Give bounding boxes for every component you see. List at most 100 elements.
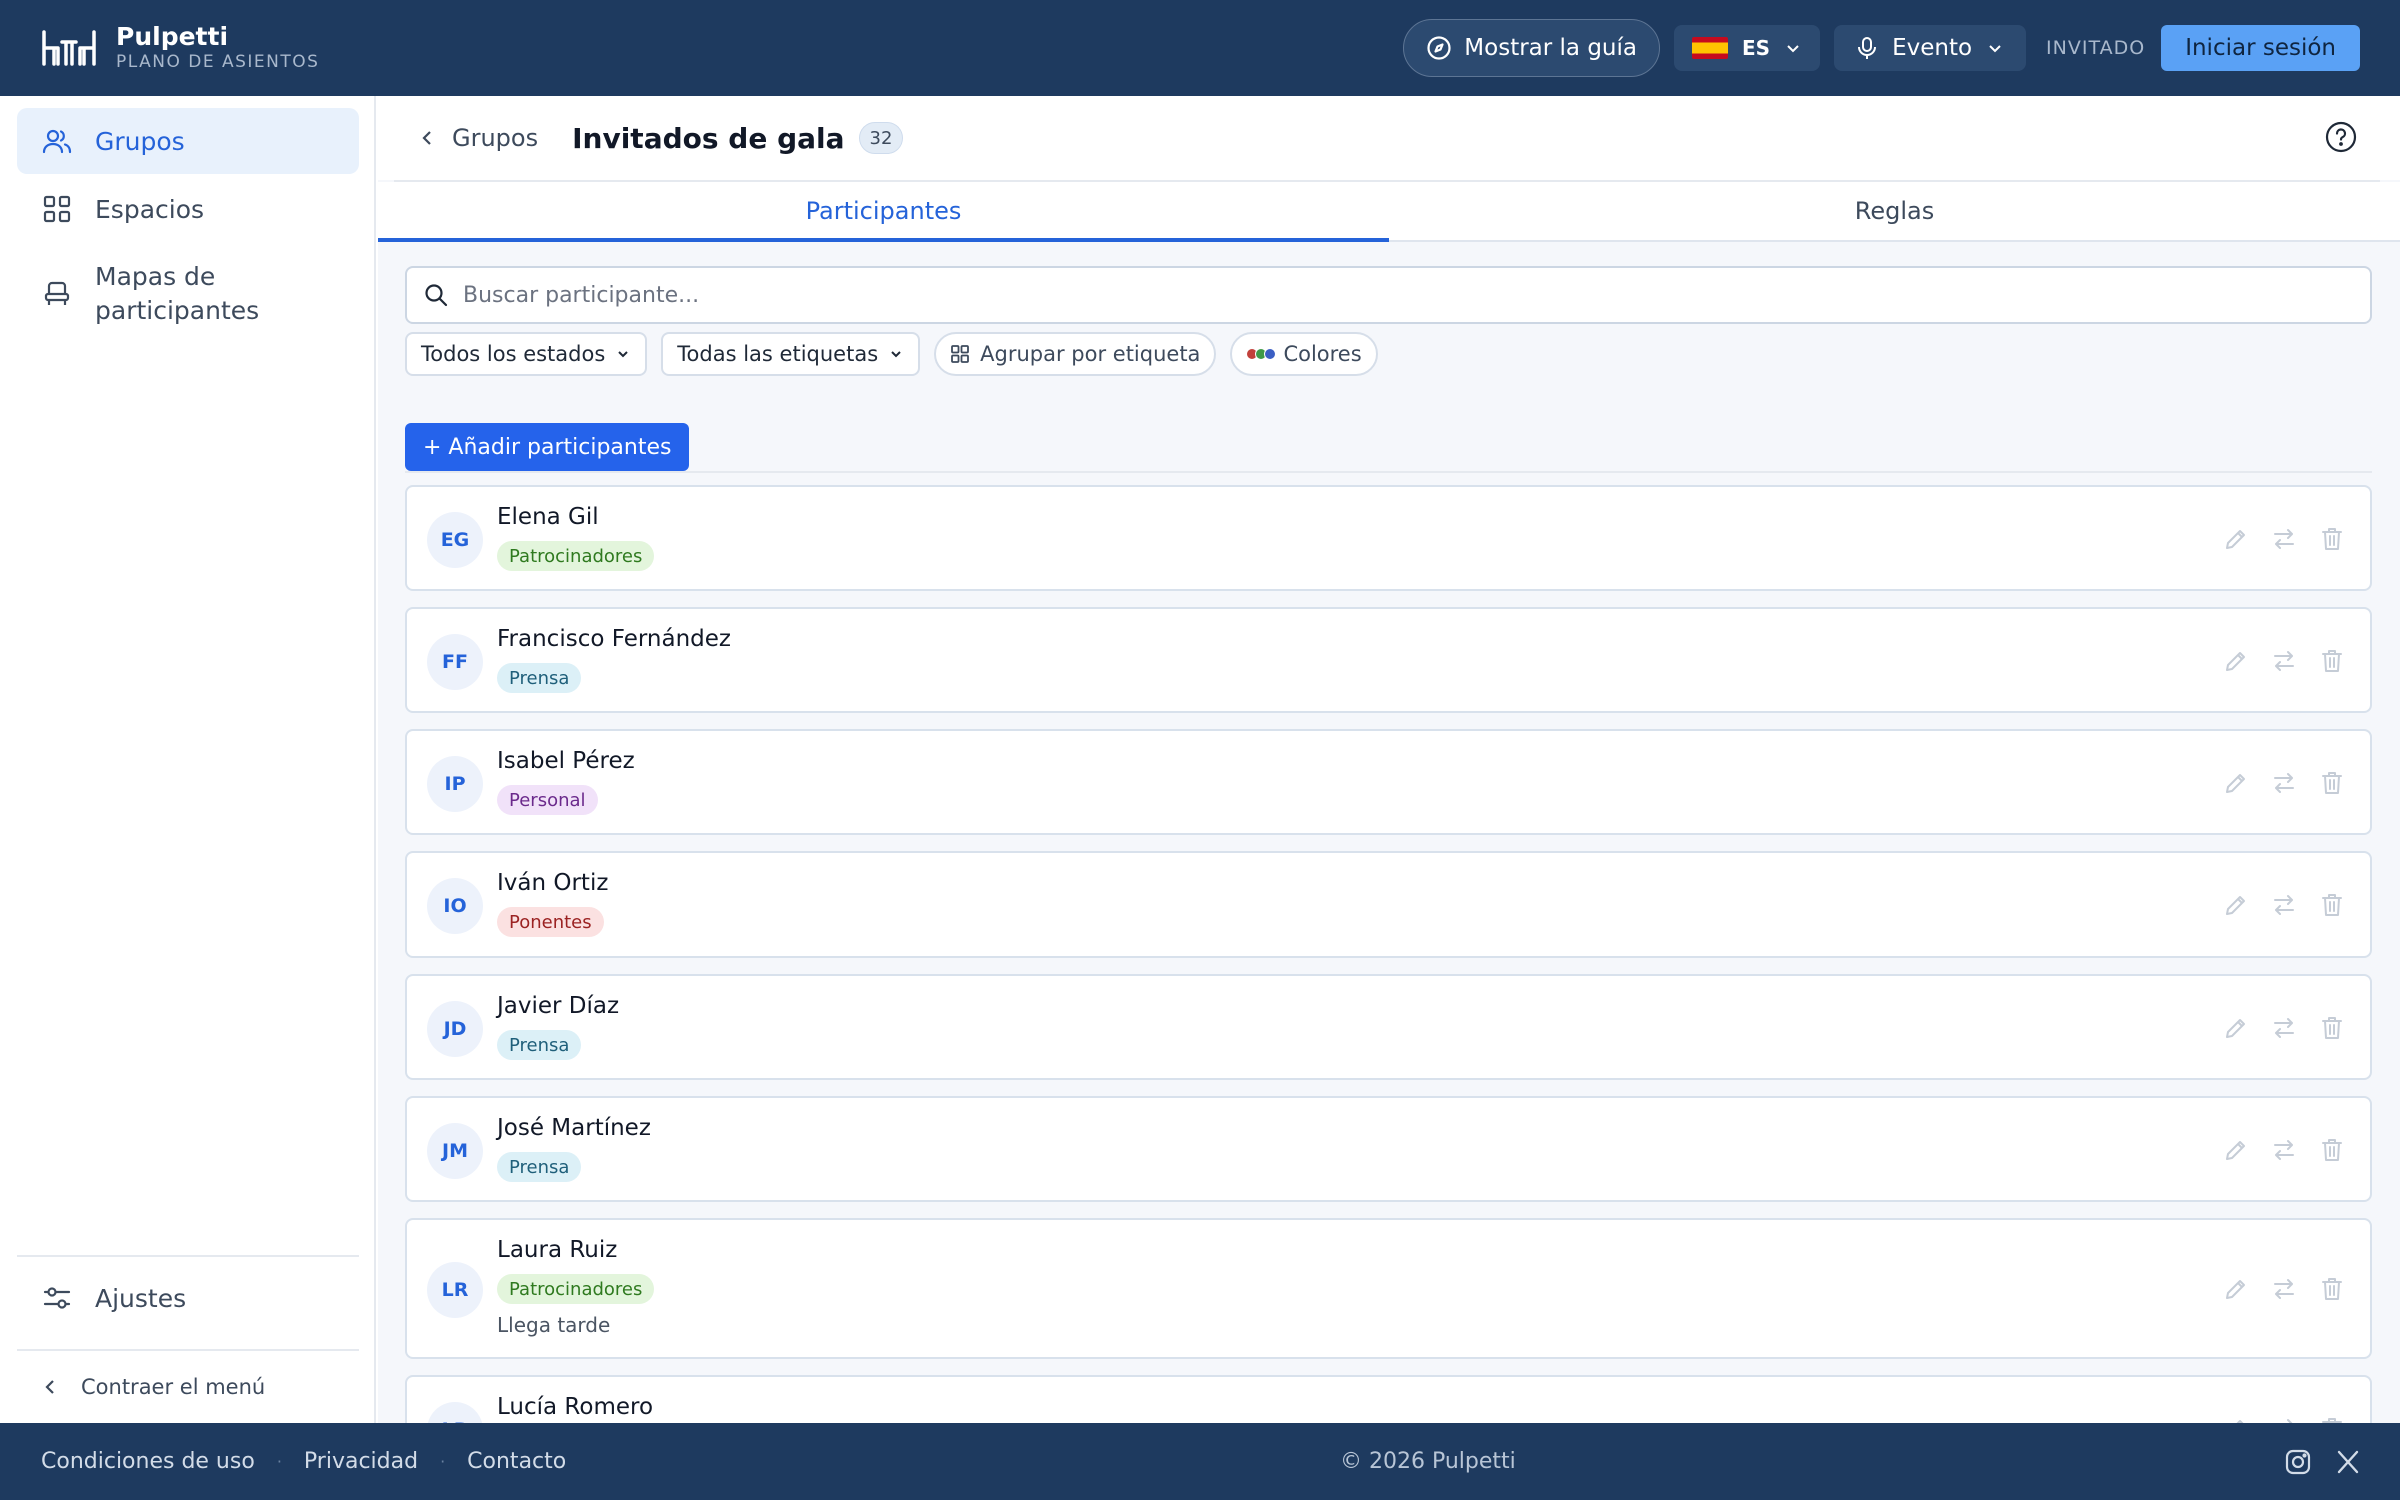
participant-card[interactable]: IO Iván Ortiz Ponentes [405, 851, 2372, 958]
color-dots-icon [1246, 348, 1277, 360]
participant-card[interactable]: JD Javier Díaz Prensa [405, 974, 2372, 1080]
tag-badge: Ponentes [497, 907, 604, 937]
logo-icon [42, 30, 96, 66]
participant-card[interactable]: LR Laura Ruiz Patrocinadores Llega tarde [405, 1218, 2372, 1359]
compass-icon [1427, 36, 1451, 60]
event-select[interactable]: Evento [1834, 25, 2027, 71]
sidebar-item-participant-maps[interactable]: Mapas de participantes [17, 244, 359, 344]
participant-name: Iván Ortiz [497, 870, 609, 896]
edit-icon[interactable] [2222, 1136, 2250, 1164]
footer: Condiciones de uso · Privacidad · Contac… [0, 1423, 2400, 1500]
swap-icon[interactable] [2270, 891, 2298, 919]
participant-name: Elena Gil [497, 504, 599, 530]
avatar: LR [427, 1262, 483, 1318]
swap-icon[interactable] [2270, 1136, 2298, 1164]
back-to-groups-link[interactable]: Grupos [418, 124, 538, 152]
avatar: FF [427, 634, 483, 690]
sidebar-item-spaces[interactable]: Espacios [17, 176, 359, 242]
list-divider [405, 471, 2372, 473]
row-actions [2222, 769, 2346, 797]
group-by-tag-label: Agrupar por etiqueta [980, 342, 1201, 366]
trash-icon[interactable] [2318, 769, 2346, 797]
brand-title: Pulpetti [116, 22, 229, 51]
trash-icon[interactable] [2318, 1136, 2346, 1164]
group-by-tag-toggle[interactable]: Agrupar por etiqueta [934, 332, 1217, 376]
trash-icon[interactable] [2318, 647, 2346, 675]
tag-badge: Patrocinadores [497, 1274, 655, 1304]
edit-icon[interactable] [2222, 525, 2250, 553]
search-box [405, 266, 2372, 324]
avatar: JD [427, 1001, 483, 1057]
brand[interactable]: Pulpetti PLANO DE ASIENTOS [40, 23, 319, 73]
swap-icon[interactable] [2270, 525, 2298, 553]
trash-icon[interactable] [2318, 1275, 2346, 1303]
row-actions [2222, 891, 2346, 919]
search-icon [425, 284, 448, 307]
edit-icon[interactable] [2222, 769, 2250, 797]
avatar: JM [427, 1123, 483, 1179]
role-label: INVITADO [2046, 37, 2146, 59]
sidebar-item-label: Espacios [95, 194, 205, 224]
chevron-down-icon [891, 351, 901, 358]
main-content: Grupos Invitados de gala 32 Participante… [378, 96, 2400, 1458]
participant-name: Javier Díaz [497, 993, 620, 1019]
sidebar-item-groups[interactable]: Grupos [17, 108, 359, 174]
edit-icon[interactable] [2222, 1275, 2250, 1303]
language-select[interactable]: ES [1674, 25, 1821, 71]
swap-icon[interactable] [2270, 1014, 2298, 1042]
participant-card[interactable]: IP Isabel Pérez Personal [405, 729, 2372, 835]
tags-filter-select[interactable]: Todas las etiquetas [661, 332, 921, 376]
sidebar-item-label: Ajustes [95, 1283, 187, 1313]
participant-card[interactable]: JM José Martínez Prensa [405, 1096, 2372, 1202]
row-actions [2222, 647, 2346, 675]
breadcrumb: Grupos Invitados de gala 32 [378, 96, 2400, 180]
login-button[interactable]: Iniciar sesión [2161, 25, 2360, 71]
tab-participants[interactable]: Participantes [378, 182, 1389, 242]
collapse-menu-button[interactable]: Contraer el menú [17, 1364, 359, 1410]
privacy-link[interactable]: Privacidad [304, 1449, 418, 1474]
grid-icon [43, 195, 71, 223]
seat-icon [44, 281, 70, 305]
contact-link[interactable]: Contacto [467, 1449, 566, 1474]
x-icon[interactable] [2334, 1448, 2362, 1476]
swap-icon[interactable] [2270, 769, 2298, 797]
swap-icon[interactable] [2270, 647, 2298, 675]
avatar: IP [427, 756, 483, 812]
participant-note: Llega tarde [497, 1313, 611, 1337]
terms-link[interactable]: Condiciones de uso [41, 1449, 255, 1474]
participant-card[interactable]: FF Francisco Fernández Prensa [405, 607, 2372, 713]
participant-card[interactable]: EG Elena Gil Patrocinadores [405, 485, 2372, 591]
page-title: Invitados de gala [572, 121, 845, 155]
search-input[interactable] [463, 282, 2343, 308]
tag-badge: Prensa [497, 1152, 582, 1182]
swap-icon[interactable] [2270, 1275, 2298, 1303]
participant-name: Lucía Romero [497, 1394, 654, 1420]
participant-name: Isabel Pérez [497, 748, 635, 774]
separator-dot: · [276, 1452, 282, 1471]
instagram-icon[interactable] [2284, 1448, 2312, 1476]
row-actions [2222, 1275, 2346, 1303]
trash-icon[interactable] [2318, 1014, 2346, 1042]
tag-badge: Patrocinadores [497, 541, 655, 571]
brand-subtitle: PLANO DE ASIENTOS [116, 52, 320, 72]
grid-icon [951, 345, 970, 363]
trash-icon[interactable] [2318, 525, 2346, 553]
top-bar: Pulpetti PLANO DE ASIENTOS Mostrar la gu… [0, 0, 2400, 96]
sidebar-divider [17, 1255, 359, 1257]
help-icon[interactable] [2324, 120, 2358, 154]
edit-icon[interactable] [2222, 891, 2250, 919]
sidebar-item-settings[interactable]: Ajustes [17, 1268, 359, 1328]
chevron-down-icon [1989, 45, 2001, 53]
filter-bar: Todos los estados Todas las etiquetas Ag… [405, 332, 1378, 376]
tab-rules[interactable]: Reglas [1389, 182, 2400, 240]
status-filter-select[interactable]: Todos los estados [405, 332, 648, 376]
spain-flag-icon [1692, 37, 1728, 59]
add-participants-button[interactable]: + Añadir participantes [405, 423, 690, 471]
edit-icon[interactable] [2222, 647, 2250, 675]
show-guide-button[interactable]: Mostrar la guía [1403, 19, 1660, 77]
microphone-icon [1858, 37, 1877, 59]
colors-toggle[interactable]: Colores [1230, 332, 1378, 376]
tag-badge: Prensa [497, 1030, 582, 1060]
edit-icon[interactable] [2222, 1014, 2250, 1042]
trash-icon[interactable] [2318, 891, 2346, 919]
